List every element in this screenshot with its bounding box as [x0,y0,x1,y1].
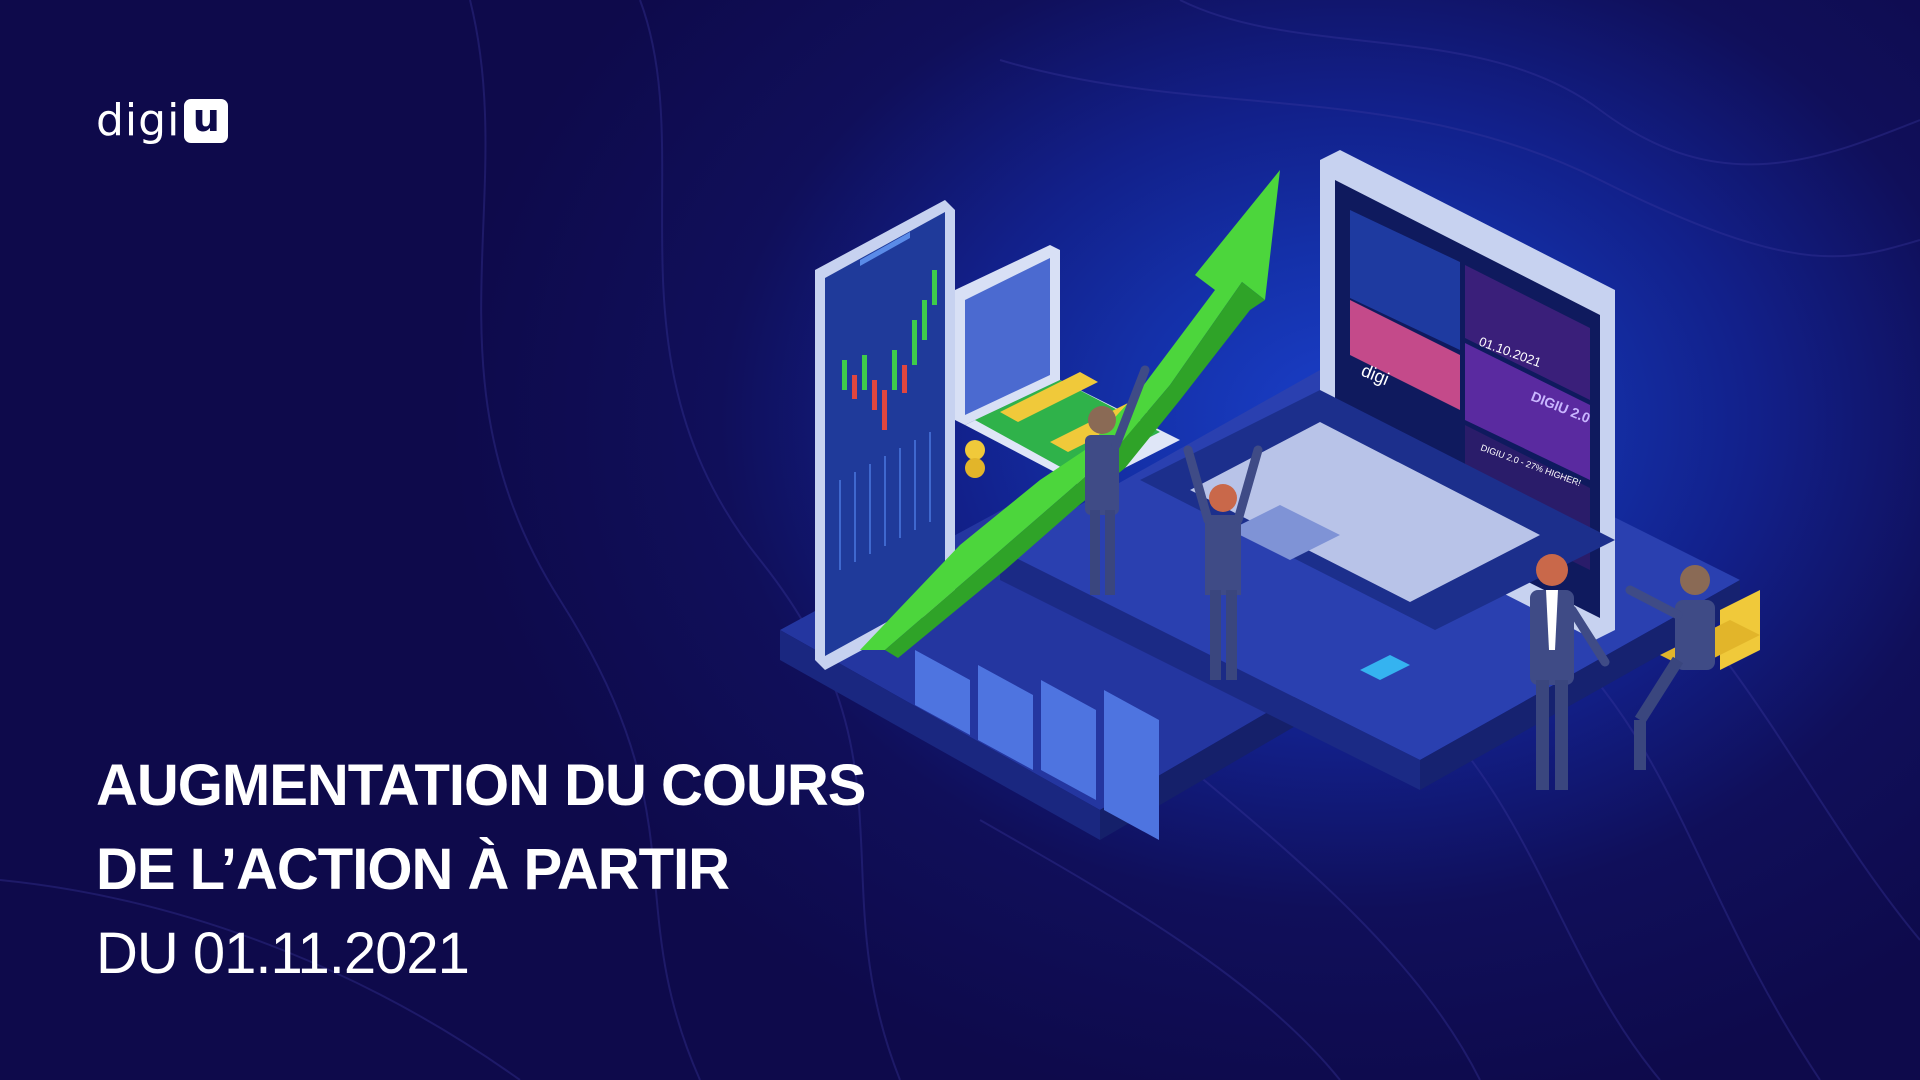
headline-line-1: AUGMENTATION DU COURS [96,753,866,818]
headline-line-2: DE L’ACTION À PARTIR [96,837,730,902]
digiu-logo: digi u [96,95,229,146]
headline-date-line: DU 01.11.2021 [96,921,470,986]
stock-growth-illustration: 01.10.2021 digi DIGIU 2.0 - 27% HIGHER! … [780,150,1760,840]
logo-wordmark: digi [96,95,181,146]
logo-u-box: u [184,99,229,143]
announcement-headline: AUGMENTATION DU COURS DE L’ACTION À PART… [96,744,866,996]
